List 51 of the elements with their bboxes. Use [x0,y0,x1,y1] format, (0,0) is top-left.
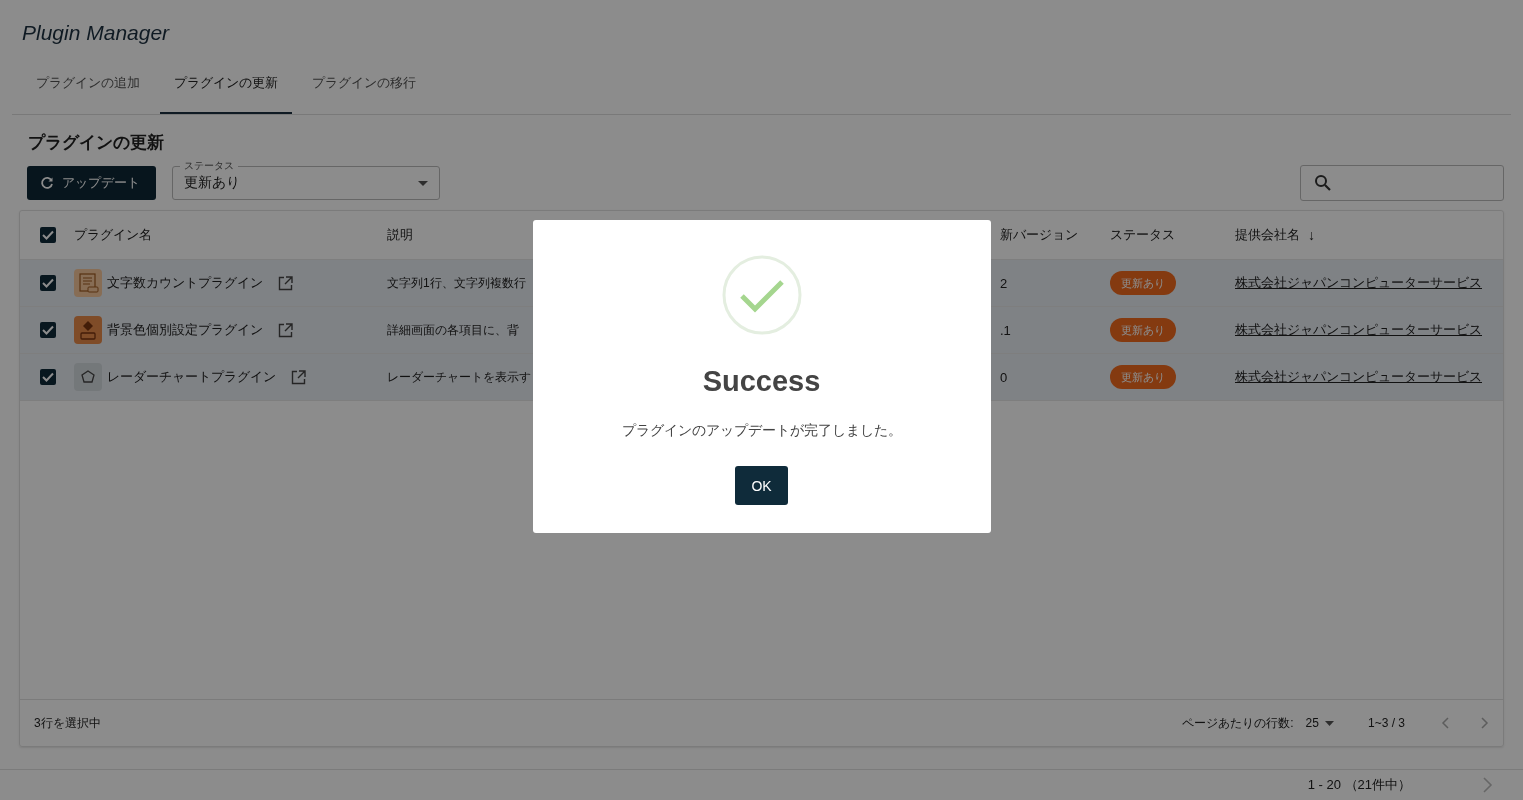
status-select[interactable]: ステータス 更新あり [172,158,440,200]
table-cell: レーダーチャートを表示す [387,369,531,384]
ok-button[interactable]: OK [735,466,788,505]
page-range: 1~3 / 3 [1367,716,1405,730]
search-field[interactable] [1300,165,1504,201]
column-header: ステータス [1110,227,1175,242]
checkbox[interactable] [40,369,56,385]
external-link-icon[interactable] [278,322,293,338]
table-cell: 文字列1行、文字列複数行 [387,275,526,290]
company-link[interactable]: 株式会社ジャパンコンピューターサービス [1235,368,1482,386]
checkbox[interactable] [40,275,56,291]
dialog-message: プラグインのアップデートが完了しました。 [621,422,902,440]
tab[interactable]: プラグインの更新 [160,70,292,114]
tab[interactable]: プラグインの移行 [298,70,430,114]
sort-arrow[interactable]: ↓ [1308,227,1315,243]
table-cell: 2 [1000,275,1008,291]
status-badge: 更新あり [1110,365,1176,389]
table-cell: .1 [1000,322,1011,338]
table-cell: 詳細画面の各項目に、背 [387,322,519,337]
selection-count: 3行を選択中 [34,714,101,732]
caret-icon [1324,720,1334,726]
pagination-range: 1 - 20 （21件中） [1307,776,1411,794]
company-link[interactable]: 株式会社ジャパンコンピューターサービス [1235,321,1482,339]
column-header: 説明 [387,227,413,242]
app-title: Plugin Manager [21,20,171,46]
rows-per-page-label: ページあたりの行数: [1182,714,1294,732]
external-link-icon[interactable] [291,369,306,385]
checkbox[interactable] [40,322,56,338]
tab[interactable]: プラグインの追加 [22,70,154,114]
plugin-name: レーダーチャートプラグイン [107,368,276,386]
dialog-title: Success [702,365,821,398]
checkbox[interactable] [40,227,56,243]
update-button[interactable]: アップデート [27,166,156,200]
table-cell: 0 [1000,369,1008,385]
section-title: プラグインの更新 [27,132,165,154]
status-badge: 更新あり [1110,271,1176,295]
column-header: 新バージョン [1000,227,1078,242]
column-header[interactable]: 提供会社名 [1235,226,1300,244]
column-header: プラグイン名 [74,226,152,244]
rows-per-page-select[interactable]: 25 [1305,716,1334,730]
status-badge: 更新あり [1110,318,1176,342]
external-link-icon[interactable] [278,275,293,291]
select-label: ステータス [180,159,238,172]
check-circle-icon [721,255,802,335]
refresh-icon [40,176,54,190]
dropdown-icon [418,180,428,186]
search-icon [1314,174,1332,192]
plugin-name: 文字数カウントプラグイン [107,274,263,292]
plugin-name: 背景色個別設定プラグイン [107,321,263,339]
company-link[interactable]: 株式会社ジャパンコンピューターサービス [1235,274,1482,292]
document-icon [74,269,102,297]
